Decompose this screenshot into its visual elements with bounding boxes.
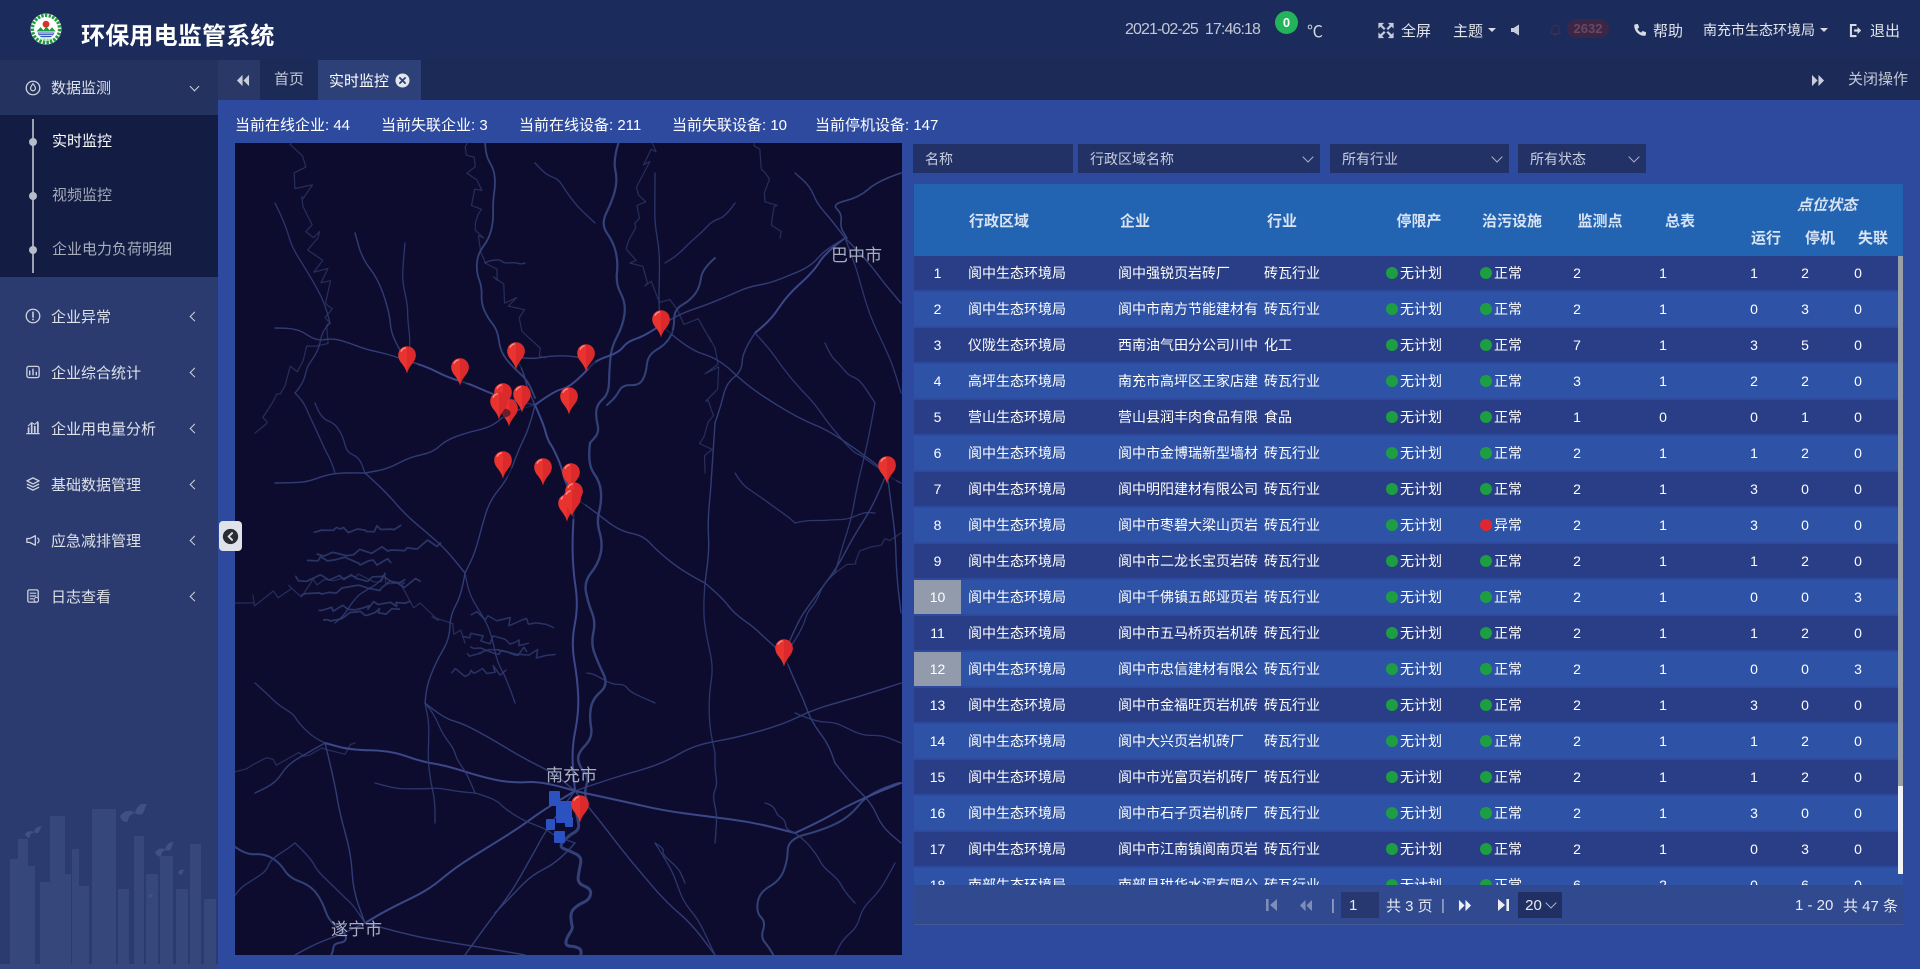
svg-text:遂宁市: 遂宁市	[331, 920, 382, 939]
svg-text:环保监管: 环保监管	[40, 38, 53, 43]
